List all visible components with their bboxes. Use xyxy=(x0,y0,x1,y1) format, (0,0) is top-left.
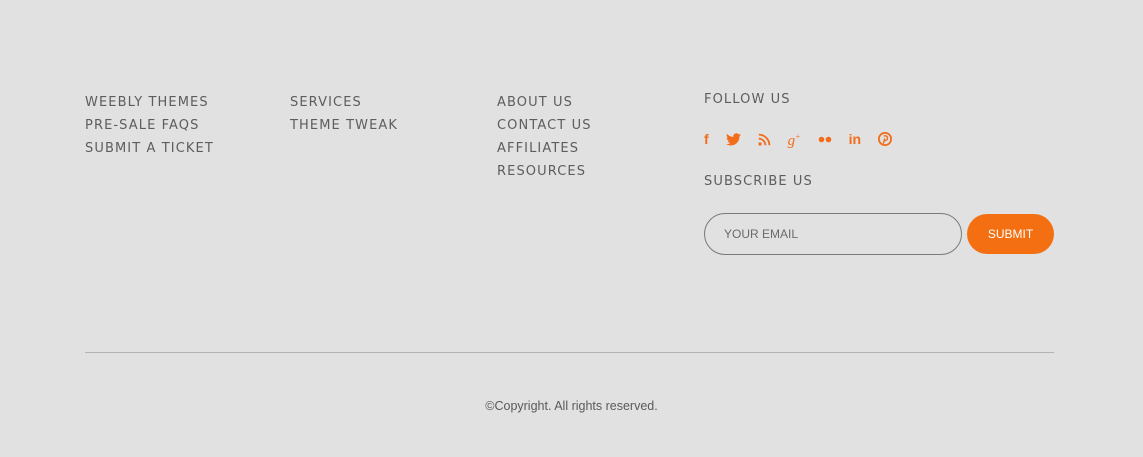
submit-button[interactable]: SUBMIT xyxy=(967,214,1054,254)
facebook-icon[interactable]: f xyxy=(704,131,709,147)
footer-column-follow: FOLLOW US f g+ in SUBSCRIBE US SUBMIT xyxy=(704,91,1064,255)
link-services[interactable]: SERVICES xyxy=(290,91,398,114)
rss-icon[interactable] xyxy=(758,133,771,146)
footer-column-services: SERVICES THEME TWEAK xyxy=(290,91,398,137)
follow-us-heading: FOLLOW US xyxy=(704,92,791,107)
twitter-icon[interactable] xyxy=(725,132,741,146)
pinterest-icon[interactable] xyxy=(878,132,893,146)
google-plus-icon[interactable]: g+ xyxy=(788,129,801,149)
link-about-us[interactable]: ABOUT US xyxy=(497,91,592,114)
subscribe-us-heading: SUBSCRIBE US xyxy=(704,174,813,189)
footer: WEEBLY THEMES PRE-SALE FAQS SUBMIT A TIC… xyxy=(0,0,1143,457)
link-affiliates[interactable]: AFFILIATES xyxy=(497,137,592,160)
link-theme-tweak[interactable]: THEME TWEAK xyxy=(290,114,398,137)
linkedin-icon[interactable]: in xyxy=(849,131,861,147)
footer-divider xyxy=(85,352,1054,353)
link-submit-ticket[interactable]: SUBMIT A TICKET xyxy=(85,137,214,160)
footer-column-themes: WEEBLY THEMES PRE-SALE FAQS SUBMIT A TIC… xyxy=(85,91,214,160)
link-pre-sale-faqs[interactable]: PRE-SALE FAQS xyxy=(85,114,214,137)
footer-column-company: ABOUT US CONTACT US AFFILIATES RESOURCES xyxy=(497,91,592,183)
link-weebly-themes[interactable]: WEEBLY THEMES xyxy=(85,91,214,114)
email-input[interactable] xyxy=(704,213,962,255)
subscribe-form: SUBMIT xyxy=(704,213,1064,255)
flickr-icon[interactable] xyxy=(818,136,832,143)
copyright-text: ©Copyright. All rights reserved. xyxy=(485,399,658,413)
link-contact-us[interactable]: CONTACT US xyxy=(497,114,592,137)
social-icons: f g+ in xyxy=(704,129,1064,149)
link-resources[interactable]: RESOURCES xyxy=(497,160,592,183)
